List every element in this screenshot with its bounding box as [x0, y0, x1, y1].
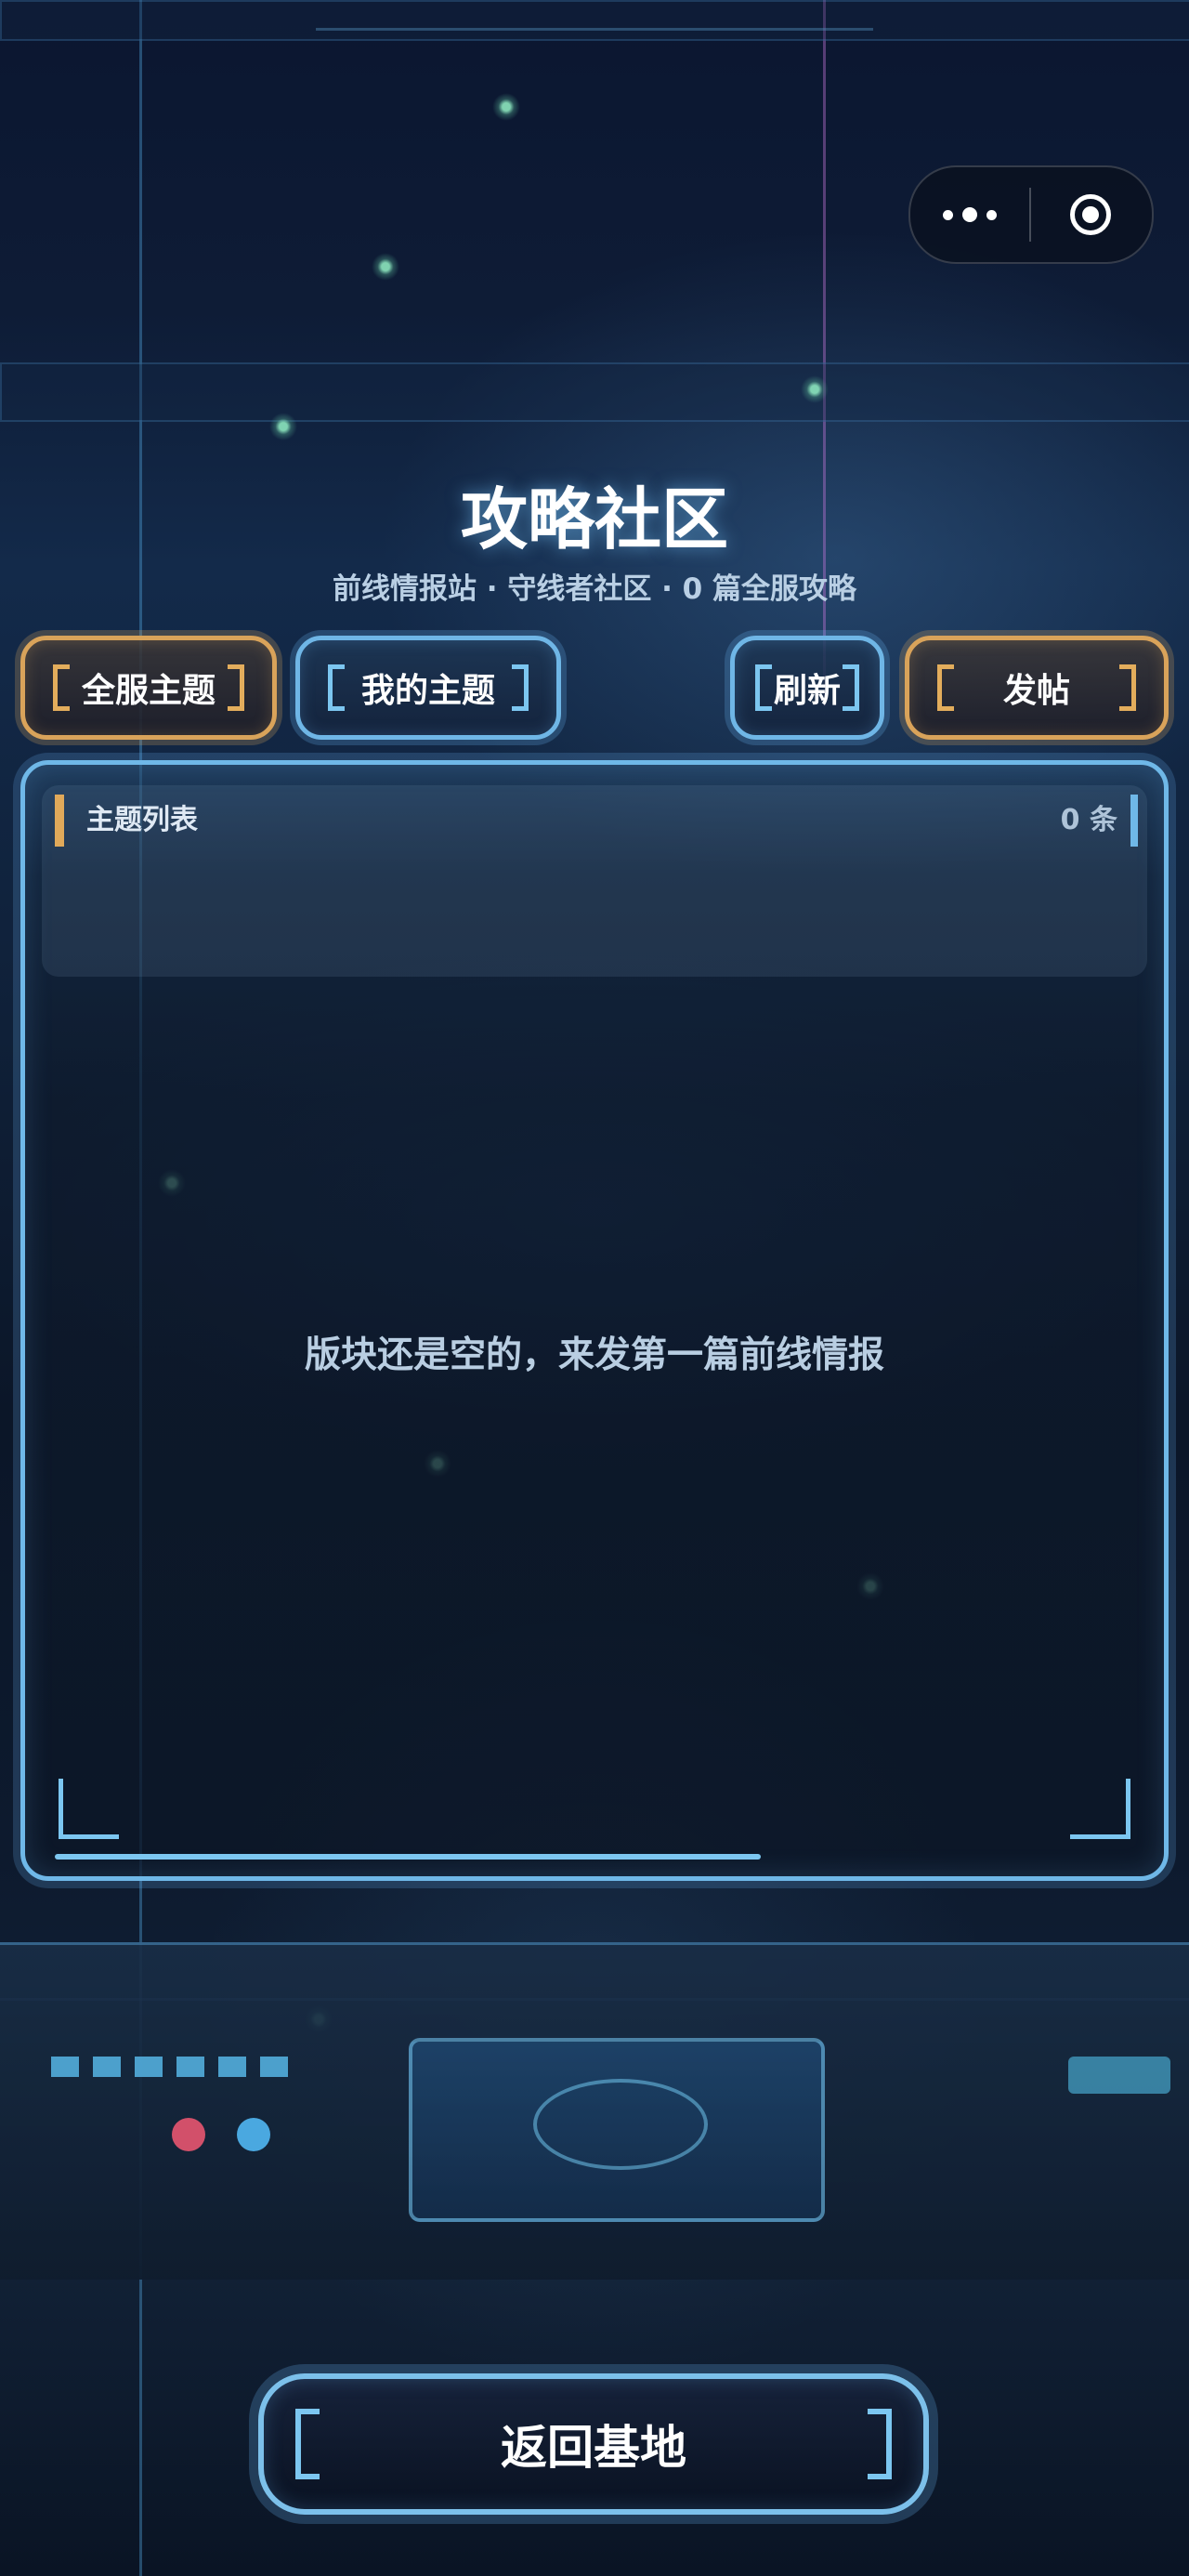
refresh-label: 刷新: [773, 672, 841, 710]
bracket-right-icon: [1119, 664, 1136, 711]
back-to-base-label: 返回基地: [501, 2421, 686, 2475]
target-close-icon[interactable]: [1031, 167, 1150, 262]
background-light-dot: [492, 93, 520, 121]
bracket-left-icon: [328, 664, 345, 711]
background-light-dot: [801, 375, 829, 403]
bracket-left-icon: [755, 664, 772, 711]
bracket-right-icon: [868, 2409, 892, 2479]
background-ceiling-panel: [0, 0, 1189, 41]
topic-list-panel: 主题列表 0 条 版块还是空的，来发第一篇前线情报: [20, 760, 1169, 1881]
bracket-left-icon: [937, 664, 954, 711]
post-label: 发帖: [1002, 672, 1070, 710]
empty-state-message: 版块还是空的，来发第一篇前线情报: [304, 1334, 884, 1376]
background-light-dot: [372, 253, 399, 281]
post-button[interactable]: 发帖: [905, 636, 1169, 740]
miniprogram-capsule: [908, 165, 1154, 264]
bracket-left-icon: [53, 664, 70, 711]
page-title: 攻略社区: [460, 480, 728, 559]
topic-list-header: [42, 785, 1147, 977]
background-ceiling-panel: [0, 362, 1189, 422]
panel-accent-mark: [55, 795, 64, 847]
topic-list-label: 主题列表: [86, 804, 198, 836]
bracket-left-icon: [295, 2409, 320, 2479]
all-topics-button[interactable]: 全服主题: [20, 636, 277, 740]
my-topics-button[interactable]: 我的主题: [295, 636, 561, 740]
corner-bracket-icon: [59, 1779, 119, 1839]
topic-count: 0 条: [1060, 804, 1117, 836]
corner-bracket-icon: [1070, 1779, 1130, 1839]
bracket-right-icon: [512, 664, 529, 711]
panel-corner-accent: [1130, 795, 1138, 847]
console-screen-ring: [533, 2079, 708, 2170]
console-red-button: [172, 2118, 205, 2151]
back-to-base-button[interactable]: 返回基地: [258, 2373, 929, 2515]
console-screen: [409, 2038, 825, 2222]
panel-progress-bar: [55, 1854, 761, 1860]
page-subtitle: 前线情报站 · 守线者社区 · 0 篇全服攻略: [332, 572, 857, 606]
console-blue-button: [237, 2118, 270, 2151]
console-keys: [51, 2057, 302, 2077]
bracket-right-icon: [843, 664, 859, 711]
console-display: [1068, 2057, 1170, 2094]
my-topics-label: 我的主题: [360, 672, 495, 710]
refresh-button[interactable]: 刷新: [730, 636, 884, 740]
all-topics-label: 全服主题: [81, 672, 216, 710]
background-light-dot: [269, 413, 297, 440]
bracket-right-icon: [228, 664, 244, 711]
more-dots-icon[interactable]: [910, 167, 1029, 262]
background-control-console: [0, 1942, 1189, 2280]
